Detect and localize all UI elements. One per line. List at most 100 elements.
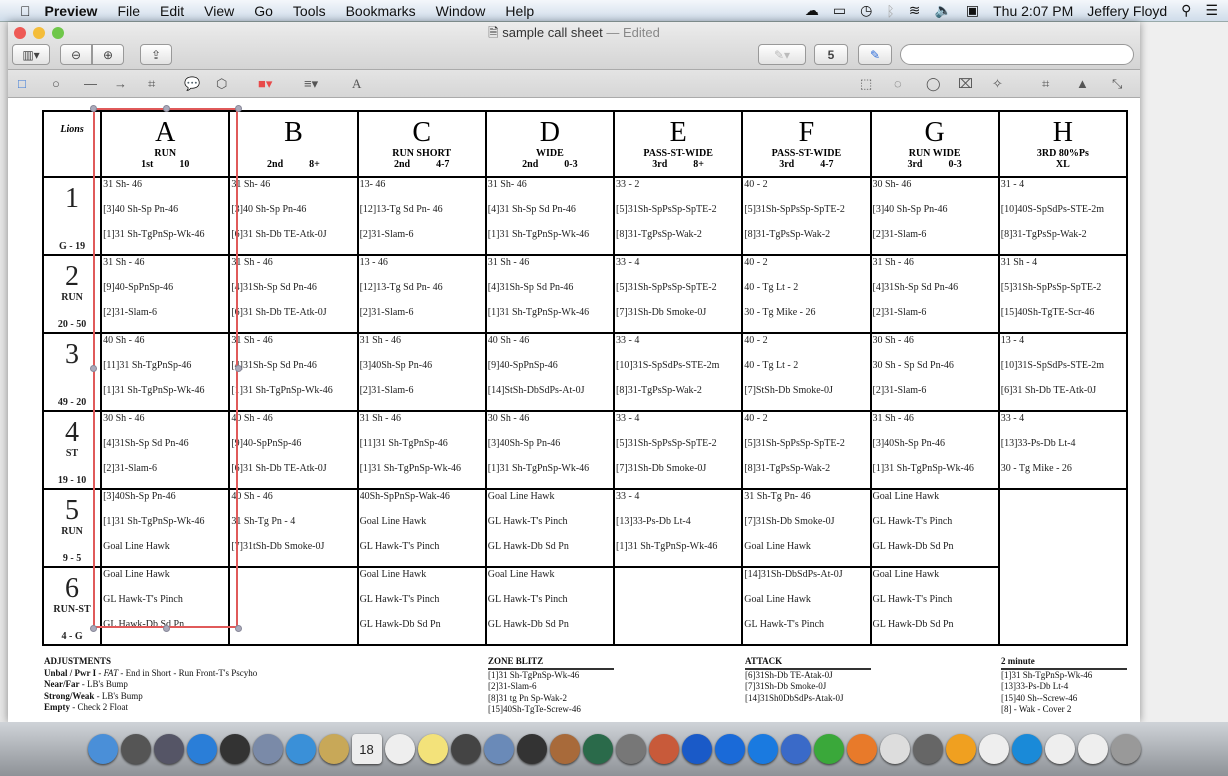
dock-trash-icon[interactable] [1110,734,1141,764]
line-icon[interactable]: — [84,76,97,91]
resize-icon[interactable]: ⤡ [1112,76,1122,92]
font-icon[interactable]: A [352,76,361,92]
play-call: [1]31 Sh-TgPnSp-Wk-46 [103,385,205,396]
play-item: [15]40Sh-TgTe-Screw-46 [488,704,581,714]
dock-folder-icon[interactable] [978,734,1009,764]
menu-bookmarks[interactable]: Bookmarks [346,3,416,19]
dock-document-icon[interactable] [1077,734,1108,764]
dock-word-icon[interactable] [780,734,811,764]
play-call: [1]31 Sh-TgPnSp-Wk-46 [487,307,590,318]
dock-document-icon[interactable] [1044,734,1075,764]
menu-window[interactable]: Window [436,3,486,19]
dock-dvd-player-icon[interactable] [681,734,712,764]
text-box-icon[interactable]: ⌗ [148,76,155,92]
edit-toolbar-button[interactable]: ✎ [858,44,892,65]
rectangular-selection-icon[interactable]: □ [18,76,26,91]
dock-reminders-icon[interactable] [384,734,415,764]
smart-lasso-icon[interactable]: ⌧ [958,76,973,92]
dock-powerpoint-icon[interactable] [846,734,877,764]
dock-quicktime-x-icon[interactable] [1011,734,1042,764]
play-item: [6]31Sh-Db TE-Atak-0J [745,669,833,680]
lasso-icon[interactable]: ◯ [926,76,941,92]
time-machine-icon[interactable]: ◷ [860,2,872,19]
play-cell [228,566,359,646]
dock-facetime-icon[interactable] [912,734,943,764]
wifi-icon[interactable]: ≋ [909,2,921,19]
play-cell: Goal Line Hawk GL Hawk-T's Pinch GL Hawk-D… [484,566,616,646]
zoom-in-button[interactable]: ⊕ [92,44,124,65]
dock-excel-icon[interactable] [813,734,844,764]
play-call: GL Hawk-Db Sd Pn [359,619,441,630]
dock-iphoto-icon[interactable] [483,734,514,764]
clock[interactable]: Thu 2:07 PM [993,3,1073,19]
menu-help[interactable]: Help [505,3,534,19]
row-header: 6 RUN-ST 4 - G [41,566,103,646]
adjust-color-icon[interactable]: ▲ [1076,76,1089,91]
menu-go[interactable]: Go [254,3,273,19]
menu-preview[interactable]: Preview [45,3,98,19]
crop-icon[interactable]: ⌗ [1042,76,1049,92]
dock-vlc-icon[interactable] [945,734,976,764]
menu-view[interactable]: View [204,3,234,19]
dock-notes-icon[interactable] [417,734,448,764]
shape-icon[interactable]: ⬡ [216,76,227,92]
play-cell: 40 Sh - 46 [11]31 Sh-TgPnSp-46 [1]31 Sh-Tg… [100,332,231,412]
dock-itunes-icon[interactable] [747,734,778,764]
dock-contacts-icon[interactable] [318,734,349,764]
play-cell: 31 Sh - 46 [9]40-SpPnSp-46 [2]31-Slam-6 [100,254,231,334]
menu-tools[interactable]: Tools [293,3,326,19]
dock-system-preferences-icon[interactable] [615,734,646,764]
battery-icon[interactable]: ▣ [966,2,979,19]
airplay-icon[interactable]: ▭ [833,2,846,19]
dropbox-icon[interactable]: ☁ [805,2,819,19]
dock-garageband-icon[interactable] [549,734,580,764]
play-call: [9]40-SpPnSp-46 [487,360,558,371]
search-input[interactable] [900,44,1134,65]
arrow-icon[interactable]: → [114,76,127,91]
dock-calendar-icon[interactable]: 18 [351,734,382,764]
dock-photo-booth-icon[interactable] [450,734,481,764]
user-name[interactable]: Jeffery Floyd [1087,3,1167,19]
rotate-button[interactable]: 5 [814,44,848,65]
dock-safari-icon[interactable] [285,734,316,764]
color-picker-icon[interactable]: ■▾ [258,76,272,92]
dock-finder-icon[interactable] [87,734,118,764]
sidebar-view-button[interactable]: ▥▾ [12,44,50,65]
dock-imovie-icon[interactable] [516,734,547,764]
dock-photo-app-icon[interactable] [648,734,679,764]
notification-center-icon[interactable]: ☰ [1205,2,1218,19]
dock-app-store-icon[interactable] [186,734,217,764]
dock-dashboard-widgets-icon[interactable] [153,734,184,764]
apple-menu-icon[interactable]:  [20,3,31,19]
play-item: [13]33-Ps-Db Lt-4 [1001,681,1069,691]
markup-pen-button[interactable]: ✎▾ [758,44,806,65]
rect-select-icon[interactable]: ⬚ [860,76,872,92]
share-button[interactable]: ⇪ [140,44,172,65]
volume-icon[interactable]: 🔈 [934,2,951,19]
instant-alpha-icon[interactable]: ✧ [992,76,1003,92]
dock-x-app-icon[interactable] [879,734,910,764]
zoom-out-button[interactable]: ⊖ [60,44,92,65]
row-header: 5 RUN 9 - 5 [41,488,103,568]
dock-time-machine-icon[interactable] [582,734,613,764]
column-header-e: E PASS-ST-WIDE 3rd 8+ [613,110,744,178]
dock-dashboard-icon[interactable] [219,734,250,764]
play-call: [7]31Sh-Db Smoke-0J [616,307,707,318]
speech-bubble-icon[interactable]: 💬 [184,76,200,92]
bluetooth-icon[interactable]: ᛒ [886,3,894,19]
play-call: [9]40-SpPnSp-46 [103,282,174,293]
ellipse-select-icon[interactable]: ◌ [894,76,902,91]
row-header: 2 RUN 20 - 50 [41,254,103,334]
dock-launchpad-icon[interactable] [120,734,151,764]
oval-icon[interactable]: ○ [52,76,60,91]
menu-edit[interactable]: Edit [160,3,184,19]
menu-file[interactable]: File [117,3,140,19]
field-range: G - 19 [58,241,86,252]
window-title: 🗎 sample call sheet — Edited [8,24,1140,46]
line-style-icon[interactable]: ≡▾ [304,76,318,92]
dock-quicktime-icon[interactable] [714,734,745,764]
spotlight-icon[interactable]: ⚲ [1181,2,1191,19]
play-type [230,148,356,159]
play-call: 31 Sh-Tg Pn- 46 [744,491,811,502]
dock-preview-icon[interactable] [252,734,283,764]
